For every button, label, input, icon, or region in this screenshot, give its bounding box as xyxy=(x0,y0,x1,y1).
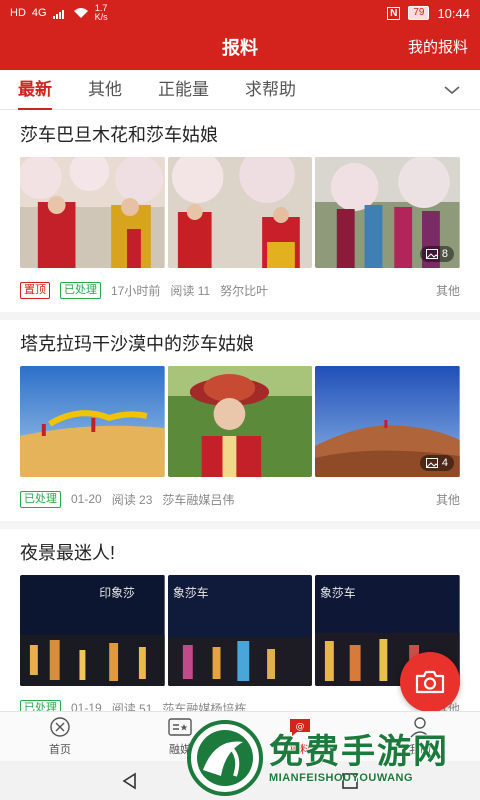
image-icon xyxy=(425,249,438,259)
post-images: 印象莎 象莎车 象莎车 xyxy=(20,575,461,686)
tab-latest[interactable]: 最新 xyxy=(18,70,52,110)
tab-ask-help[interactable]: 求帮助 xyxy=(245,70,296,110)
post-author: 努尔比叶 xyxy=(220,283,269,298)
post-time: 01-19 xyxy=(71,701,102,711)
image-count-badge: 8 xyxy=(419,246,455,262)
network-type: 4G xyxy=(31,7,47,19)
post-meta: 已处理 01-19 阅读 51 莎车融媒杨培栋 其他 xyxy=(20,686,460,711)
image-count-badge: 4 xyxy=(419,455,455,471)
post-image[interactable] xyxy=(20,366,165,477)
image-caption: 印象莎 xyxy=(99,586,135,600)
post-meta: 置顶 已处理 17小时前 阅读 11 努尔比叶 其他 xyxy=(20,268,460,312)
status-badge: 已处理 xyxy=(20,699,61,711)
post-category: 其他 xyxy=(435,283,460,298)
watermark-cn-text: 免费手游网 xyxy=(269,732,449,771)
post-author: 莎车融媒杨培栋 xyxy=(162,701,247,712)
post-image[interactable]: 8 xyxy=(315,157,461,268)
post-image[interactable] xyxy=(20,157,165,268)
image-caption: 象莎车 xyxy=(320,585,356,600)
status-bar: HD 4G 1.7 K/s N 79 10:44 xyxy=(0,0,480,26)
post-image[interactable]: 印象莎 xyxy=(20,575,165,686)
post-image[interactable]: 4 xyxy=(315,366,461,477)
status-badge: 已处理 xyxy=(20,490,61,508)
tab-positive-energy[interactable]: 正能量 xyxy=(158,70,209,110)
post-time: 17小时前 xyxy=(111,283,161,298)
hd-indicator: HD xyxy=(10,7,26,19)
post-title[interactable]: 夜景最迷人! xyxy=(20,539,460,575)
camera-icon xyxy=(415,670,445,694)
watermark-logo xyxy=(187,719,263,796)
watermark-en-text: MIANFEISHOUYOUWANG xyxy=(269,771,414,784)
post-image[interactable] xyxy=(167,157,313,268)
watermark: 免费手游网 MIANFEISHOUYOUWANG xyxy=(185,715,475,800)
nfc-icon: N xyxy=(387,6,401,20)
signal-icon xyxy=(52,9,64,19)
report-feed[interactable]: 莎车巴旦木花和莎车姑娘 8 置顶 已处理 17小时前 阅读 11 努尔比叶 其他… xyxy=(0,111,480,711)
read-count: 阅读 23 xyxy=(111,492,153,507)
tab-other[interactable]: 其他 xyxy=(88,70,122,110)
post-image[interactable]: 象莎车 xyxy=(167,575,313,686)
chevron-down-icon[interactable] xyxy=(442,80,462,100)
camera-button[interactable] xyxy=(400,652,460,712)
status-badge: 已处理 xyxy=(60,281,101,299)
post-title[interactable]: 莎车巴旦木花和莎车姑娘 xyxy=(20,121,460,157)
post-images: 8 xyxy=(20,157,461,268)
battery-icon: 79 xyxy=(408,6,430,20)
nav-home[interactable]: 首页 xyxy=(0,712,120,761)
list-item[interactable]: 莎车巴旦木花和莎车姑娘 8 置顶 已处理 17小时前 阅读 11 努尔比叶 其他 xyxy=(0,111,480,320)
my-reports-link[interactable]: 我的报料 xyxy=(408,26,468,70)
post-category: 其他 xyxy=(435,492,460,507)
clock: 10:44 xyxy=(437,5,470,21)
home-icon xyxy=(50,717,70,737)
image-caption: 象莎车 xyxy=(173,585,209,600)
pinned-badge: 置顶 xyxy=(20,281,50,299)
network-speed: 1.7 K/s xyxy=(94,3,108,22)
post-meta: 已处理 01-20 阅读 23 莎车融媒吕伟 其他 xyxy=(20,477,460,521)
list-item[interactable]: 塔克拉玛干沙漠中的莎车姑娘 4 已处理 01-20 阅读 23 莎车融媒吕伟 其… xyxy=(0,320,480,529)
post-time: 01-20 xyxy=(71,492,102,506)
app-header: 报料 我的报料 xyxy=(0,26,480,70)
post-author: 莎车融媒吕伟 xyxy=(162,492,235,507)
category-tabs: 最新 其他 正能量 求帮助 xyxy=(0,70,480,110)
post-image[interactable] xyxy=(167,366,313,477)
read-count: 阅读 51 xyxy=(111,701,153,712)
image-icon xyxy=(425,458,438,468)
wifi-icon xyxy=(73,8,88,18)
read-count: 阅读 11 xyxy=(170,283,211,298)
post-title[interactable]: 塔克拉玛干沙漠中的莎车姑娘 xyxy=(20,330,460,366)
post-images: 4 xyxy=(20,366,461,477)
back-icon[interactable] xyxy=(120,771,140,791)
